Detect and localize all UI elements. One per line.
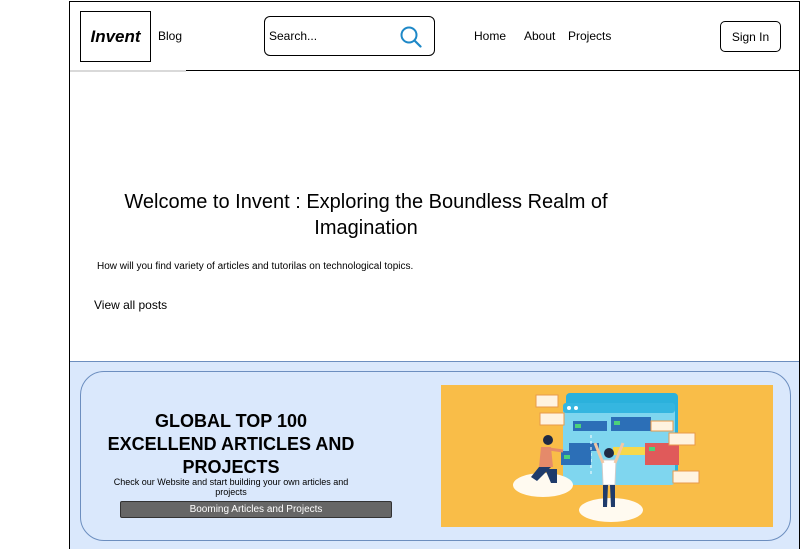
promo-text: Check our Website and start building you… [113,477,349,497]
promo-title: GLOBAL TOP 100 EXCELLEND ARTICLES AND PR… [107,411,355,477]
booming-articles-button[interactable]: Booming Articles and Projects [120,501,392,518]
sign-in-button[interactable]: Sign In [720,21,781,52]
hero-subtitle: How will you find variety of articles an… [97,261,414,272]
search-icon[interactable] [400,26,422,48]
nav-projects[interactable]: Projects [568,29,611,43]
nav-blog[interactable]: Blog [158,29,182,43]
page-frame: Invent Blog Home About Projects Sign In … [69,1,800,549]
header: Invent Blog Home About Projects Sign In [70,2,799,72]
header-accent [70,70,186,72]
promo-illustration [441,385,773,527]
nav-home[interactable]: Home [474,29,506,43]
hero-title: Welcome to Invent : Exploring the Boundl… [124,191,608,239]
search-input[interactable] [269,25,389,47]
logo[interactable]: Invent [80,11,151,62]
view-all-posts-link[interactable]: View all posts [94,298,167,312]
nav-about[interactable]: About [524,29,555,43]
promo-card: GLOBAL TOP 100 EXCELLEND ARTICLES AND PR… [80,371,791,541]
search-box[interactable] [264,16,435,56]
promo-section: GLOBAL TOP 100 EXCELLEND ARTICLES AND PR… [70,361,799,549]
